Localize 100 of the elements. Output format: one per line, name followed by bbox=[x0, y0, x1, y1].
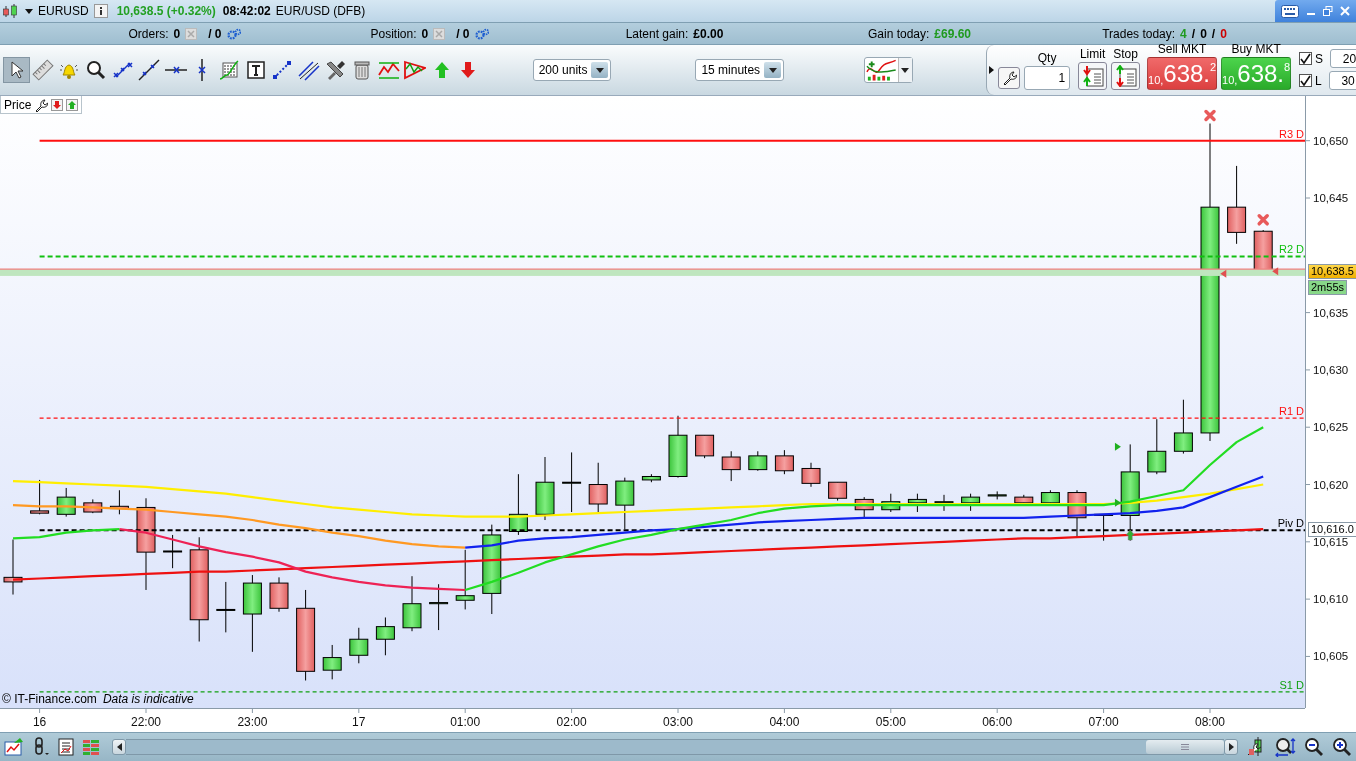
checkbox[interactable] bbox=[1299, 52, 1313, 65]
order-sheet-icon bbox=[1114, 65, 1137, 87]
candlestick bbox=[774, 449, 794, 475]
candlestick bbox=[83, 498, 103, 514]
candlestick bbox=[854, 496, 874, 519]
interval-dropdown[interactable]: 15 minutes bbox=[695, 59, 785, 81]
candlestick bbox=[1147, 418, 1167, 475]
candlestick bbox=[801, 462, 821, 488]
price-axis-label: 10,620 bbox=[1313, 478, 1349, 491]
candlestick bbox=[30, 479, 50, 515]
caret-icon[interactable] bbox=[901, 67, 910, 73]
expand-arrow-icon[interactable] bbox=[989, 65, 995, 74]
candlestick bbox=[1173, 399, 1193, 455]
price-tab-label: Price bbox=[4, 97, 32, 112]
zoom-out-icon[interactable] bbox=[1304, 737, 1324, 757]
trade-count: 4 bbox=[1180, 26, 1187, 41]
disclaimer-label: Data is indicative bbox=[102, 692, 194, 706]
caret-icon[interactable] bbox=[25, 8, 33, 14]
candlestick bbox=[3, 539, 23, 596]
stat-value: £69.60 bbox=[934, 26, 972, 41]
cross-marker bbox=[1257, 214, 1269, 226]
time-axis-label: 07:00 bbox=[1088, 715, 1119, 729]
wrench-icon bbox=[1001, 70, 1018, 86]
zoom-in-icon[interactable] bbox=[1332, 737, 1352, 757]
scroll-left-button[interactable] bbox=[112, 739, 126, 755]
price-axis-label: 10,610 bbox=[1313, 593, 1349, 606]
keyboard-icon[interactable] bbox=[1281, 4, 1299, 18]
close-icon[interactable] bbox=[1340, 6, 1350, 16]
scroll-right-button[interactable] bbox=[1224, 739, 1238, 755]
move-down-button[interactable] bbox=[51, 98, 64, 111]
price-tab[interactable]: Price bbox=[0, 96, 83, 114]
candlestick bbox=[1067, 489, 1087, 538]
right-arrow-icon bbox=[1228, 743, 1234, 751]
candlestick bbox=[562, 451, 582, 513]
candlestick bbox=[828, 481, 848, 502]
time-axis-label: 04:00 bbox=[769, 715, 800, 729]
limit-label: Limit bbox=[1079, 48, 1106, 61]
stop-label: Stop bbox=[1113, 48, 1138, 61]
gears-icon[interactable] bbox=[474, 27, 489, 40]
caret-icon[interactable] bbox=[595, 67, 604, 73]
candlestick bbox=[668, 415, 688, 479]
candlestick bbox=[907, 493, 927, 513]
caret-icon[interactable] bbox=[768, 67, 777, 73]
candlestick bbox=[109, 489, 129, 515]
candlestick bbox=[216, 581, 236, 633]
candlestick bbox=[615, 477, 635, 530]
wrench-icon[interactable] bbox=[34, 97, 49, 112]
time-axis-label: 17 bbox=[352, 715, 366, 729]
candlestick bbox=[721, 450, 741, 482]
cross-marker bbox=[1204, 109, 1216, 122]
distance-field[interactable]: 30 bbox=[1328, 71, 1356, 90]
time-axis-label: 05:00 bbox=[875, 715, 906, 729]
checkbox[interactable] bbox=[1299, 74, 1313, 87]
candlestick bbox=[56, 487, 76, 518]
stat-label: Latent gain: bbox=[625, 26, 689, 41]
indicators-icon bbox=[865, 58, 898, 82]
zoom-fit-icon[interactable] bbox=[1274, 737, 1296, 757]
info-icon[interactable] bbox=[93, 4, 108, 18]
order-sheet-icon bbox=[1081, 65, 1104, 87]
check-icon bbox=[1300, 75, 1312, 86]
candlestick bbox=[349, 627, 369, 664]
time-axis-label: 06:00 bbox=[982, 715, 1013, 729]
stat-label: Orders: bbox=[128, 26, 169, 41]
qty-label: Qty bbox=[1037, 52, 1057, 65]
time-axis-label: 08:00 bbox=[1195, 715, 1225, 729]
candlestick bbox=[1014, 494, 1034, 506]
candlestick bbox=[455, 549, 475, 610]
indicators-button[interactable] bbox=[864, 57, 914, 83]
candlestick bbox=[269, 576, 289, 613]
instrument-symbol: EURUSD bbox=[38, 4, 89, 18]
list-icon[interactable] bbox=[58, 738, 74, 756]
gears-icon[interactable] bbox=[226, 27, 241, 40]
settings-button[interactable] bbox=[998, 67, 1021, 89]
candlestick bbox=[429, 583, 449, 631]
stop-button[interactable] bbox=[1111, 62, 1141, 90]
distance-field[interactable]: 20 bbox=[1330, 49, 1356, 68]
move-up-button[interactable] bbox=[66, 98, 79, 111]
restore-icon[interactable] bbox=[1323, 6, 1333, 16]
countdown-tag: 2m55s bbox=[1308, 280, 1348, 296]
grip-icon bbox=[1181, 744, 1189, 750]
clock-time: 08:42:02 bbox=[222, 4, 271, 18]
order-marker bbox=[1114, 442, 1121, 451]
add-chart-icon[interactable] bbox=[4, 737, 24, 757]
qty-field[interactable]: 1 bbox=[1024, 66, 1071, 90]
time-axis-label: 03:00 bbox=[663, 715, 693, 729]
level-label: R3 D bbox=[1278, 127, 1304, 140]
limit-button[interactable] bbox=[1078, 62, 1108, 90]
candlestick bbox=[987, 490, 1007, 500]
candlestick bbox=[1040, 489, 1060, 506]
price-axis-label: 10,615 bbox=[1313, 535, 1349, 548]
source-label: © IT-Finance.com bbox=[2, 692, 97, 706]
stat-label: Position: bbox=[370, 26, 417, 41]
candlestick-icon[interactable] bbox=[2, 3, 20, 19]
separator: / bbox=[1211, 26, 1216, 41]
units-dropdown[interactable]: 200 units bbox=[532, 59, 612, 81]
scrollbar-thumb[interactable] bbox=[1146, 740, 1224, 754]
link-icon[interactable] bbox=[32, 737, 50, 757]
price-tag: 10,638.5 bbox=[1308, 264, 1356, 280]
candlestick bbox=[375, 616, 395, 656]
candlestick bbox=[961, 493, 981, 512]
